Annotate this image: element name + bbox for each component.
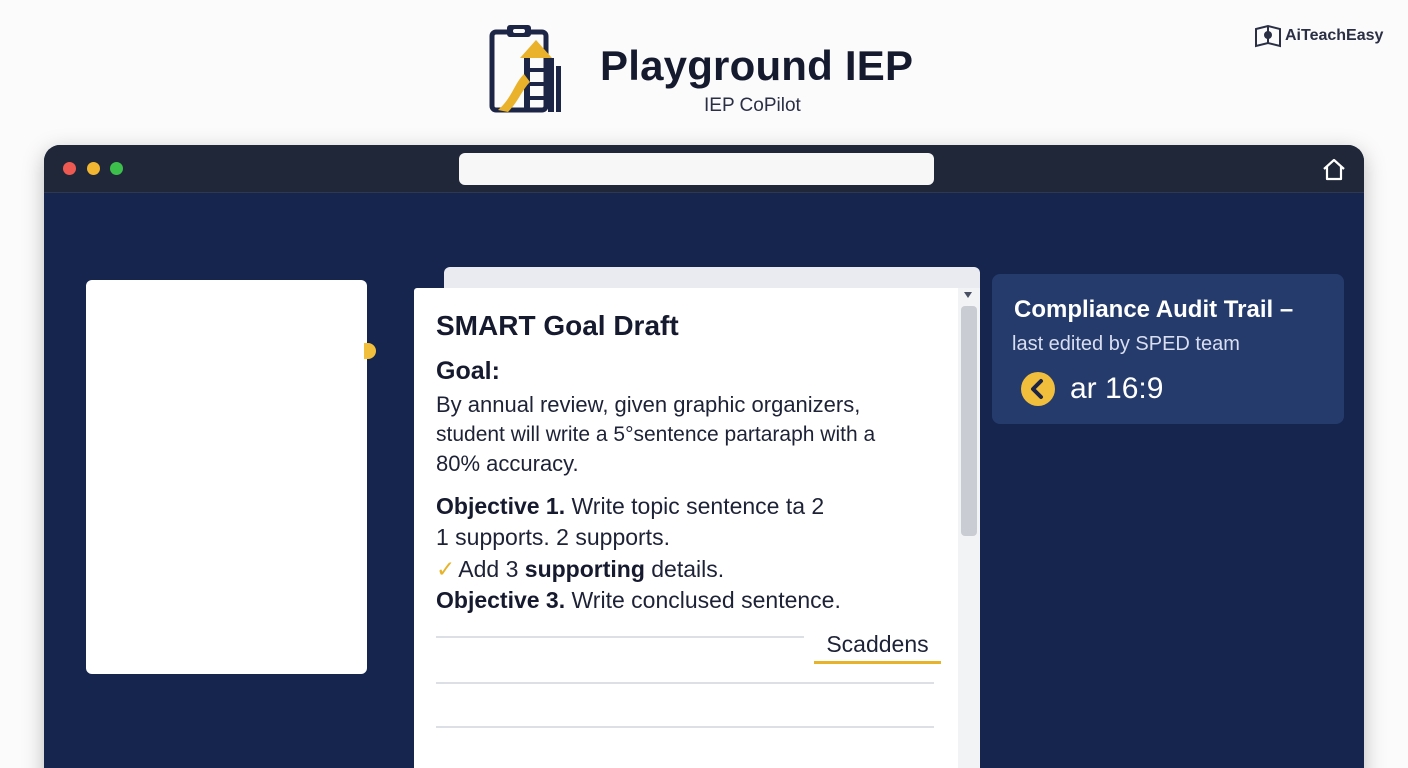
- corner-brand-label: AiTeachEasy: [1285, 27, 1384, 44]
- objectives-list: Objective 1. Write topic sentence ta 2 1…: [436, 491, 946, 617]
- maximize-window-button[interactable]: [110, 162, 123, 175]
- goal-line: 80% accuracy.: [436, 451, 579, 476]
- browser-titlebar: [44, 145, 1364, 193]
- browser-window: SMART Goal Draft Goal: By annual review,…: [44, 145, 1364, 768]
- document-scrollbar[interactable]: [958, 288, 980, 768]
- objective-2-post: details.: [651, 555, 725, 582]
- collapse-handle[interactable]: [364, 343, 376, 359]
- aspect-ratio-text: ar 16:9: [1070, 372, 1164, 405]
- objective-1-text: Write topic sentence ta 2: [571, 492, 825, 519]
- scaddens-link[interactable]: Scaddens: [814, 626, 941, 664]
- home-button[interactable]: [1320, 155, 1348, 183]
- objective-1: Objective 1. Write topic sentence ta 2: [436, 491, 946, 523]
- page: Playground IEP IEP CoPilot AiTeachEasy S…: [0, 0, 1408, 768]
- address-bar[interactable]: [459, 153, 934, 185]
- document-body: SMART Goal Draft Goal: By annual review,…: [436, 310, 946, 617]
- divider: [436, 636, 804, 638]
- app-title: Playground IEP: [600, 42, 914, 89]
- minimize-window-button[interactable]: [87, 162, 100, 175]
- goal-text: By annual review, given graphic organize…: [436, 390, 946, 479]
- preview-card: [86, 280, 367, 674]
- app-subtitle: IEP CoPilot: [704, 95, 801, 116]
- checkmark-icon: ✓: [436, 555, 456, 582]
- smart-goal-document: SMART Goal Draft Goal: By annual review,…: [414, 288, 980, 768]
- document-title: SMART Goal Draft: [436, 310, 679, 341]
- compliance-title: Compliance Audit Trail –: [1014, 296, 1294, 323]
- objective-2-checked: ✓ Add 3 supporting details.: [436, 554, 946, 586]
- aspect-ratio-badge[interactable]: ar 16:9: [1020, 371, 1163, 407]
- compliance-subtitle: last edited by SPED team: [1012, 333, 1240, 355]
- objective-3: Objective 3. Write conclused sentence.: [436, 585, 946, 617]
- objective-2-bold: supporting: [524, 555, 645, 582]
- goal-heading: Goal:: [436, 357, 500, 385]
- divider: [436, 726, 934, 728]
- corner-brand: AiTeachEasy: [1254, 22, 1383, 50]
- compliance-audit-card[interactable]: Compliance Audit Trail – last edited by …: [992, 274, 1344, 424]
- book-brain-icon: [1255, 24, 1281, 48]
- close-window-button[interactable]: [63, 162, 76, 175]
- clipboard-playground-icon: [489, 25, 561, 113]
- objective-3-label: Objective 3.: [436, 587, 566, 613]
- objective-3-text: Write conclused sentence.: [571, 587, 841, 613]
- goal-line: student will write a 5°sentence partarap…: [436, 422, 876, 446]
- home-icon: [1323, 158, 1345, 181]
- divider: [436, 682, 934, 684]
- scroll-up-arrow-icon[interactable]: [964, 292, 972, 298]
- chevron-left-circle-icon: [1021, 372, 1055, 406]
- goal-line: By annual review, given graphic organize…: [436, 392, 861, 417]
- objective-2-pre: Add 3: [458, 555, 519, 582]
- scroll-thumb[interactable]: [961, 306, 977, 536]
- objective-1-continued: 1 supports. 2 supports.: [436, 524, 670, 550]
- document-footer: Scaddens: [436, 626, 941, 728]
- objective-1-label: Objective 1.: [436, 492, 566, 519]
